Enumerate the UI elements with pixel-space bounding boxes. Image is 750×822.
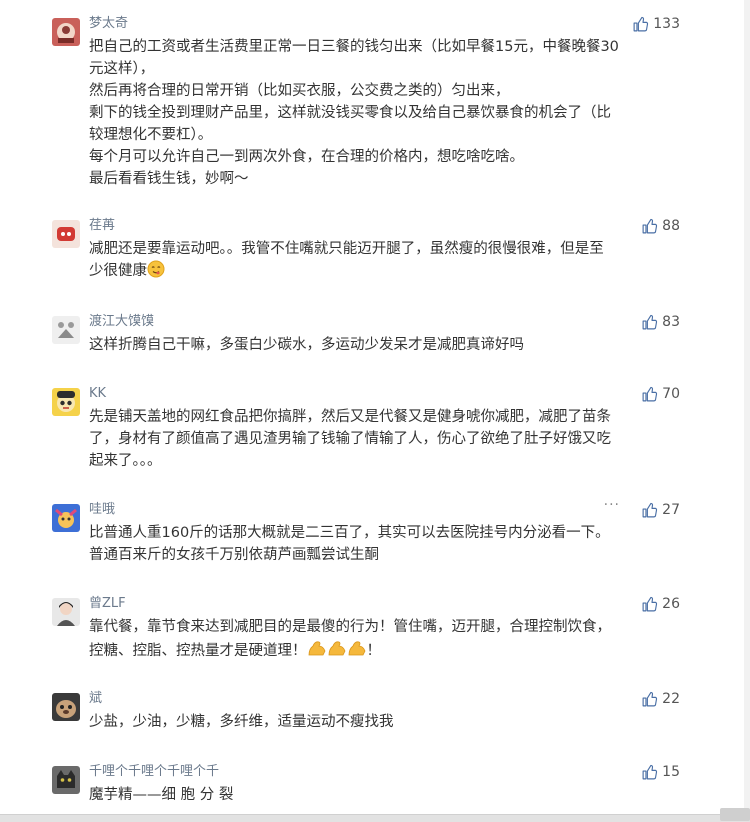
avatar[interactable] xyxy=(52,504,80,532)
comment-text: 比普通人重160斤的话那大概就是二三百了，其实可以去医院挂号内分泌看一下。 普通… xyxy=(89,522,689,566)
avatar[interactable] xyxy=(52,18,80,46)
comment-line: 每个月可以允许自己一到两次外食，在合理的价格内，想吃啥吃啥。 xyxy=(89,149,524,165)
like-count: 22 xyxy=(662,691,680,707)
thumbs-up-icon xyxy=(641,386,658,403)
like-count: 133 xyxy=(653,16,680,32)
comment-text: 把自己的工资或者生活费里正常一日三餐的钱匀出来（比如早餐15元，中餐晚餐30 元… xyxy=(89,36,689,190)
thumbs-up-icon xyxy=(641,764,658,781)
comment-text: 魔芋精——细 胞 分 裂 xyxy=(89,784,689,806)
avatar[interactable] xyxy=(52,388,80,416)
like-count: 70 xyxy=(662,386,680,402)
like-count: 88 xyxy=(662,218,680,234)
comment-line: 普通百来斤的女孩千万别依葫芦画瓢尝试生酮 xyxy=(89,547,379,563)
username[interactable]: 渡江大馍馍 xyxy=(89,314,154,330)
comment-line: 元这样）， xyxy=(89,61,155,77)
like-count: 26 xyxy=(662,596,680,612)
username[interactable]: 曾ZLF xyxy=(89,596,126,612)
username[interactable]: 千哩个千哩个千哩个千 xyxy=(89,764,219,780)
like-count: 83 xyxy=(662,314,680,330)
like-button[interactable]: 22 xyxy=(641,689,680,709)
scrollbar-thumb[interactable] xyxy=(720,808,750,821)
thumbs-up-icon xyxy=(641,596,658,613)
like-button[interactable]: 26 xyxy=(641,594,680,614)
comment-line: 最后看看钱生钱，妙啊～ xyxy=(89,171,249,187)
comment-text: 减肥还是要靠运动吧。。我管不住嘴就只能迈开腿了，虽然瘦的很慢很难，但是至 少很健… xyxy=(89,238,689,285)
flexed-biceps-emoji xyxy=(307,638,367,665)
comment-line-with-emoji: 控糖、控脂、控热量才是硬道理！ ！ xyxy=(89,638,689,665)
more-options-icon[interactable]: ··· xyxy=(604,497,620,513)
like-button[interactable]: 15 xyxy=(641,762,680,782)
comment-line: 起来了。。。 xyxy=(89,453,162,469)
avatar[interactable] xyxy=(52,693,80,721)
like-button[interactable]: 27 xyxy=(641,500,680,520)
comment-line: 较理想化不要杠）。 xyxy=(89,127,213,143)
comment-line: 了，身材有了颜值高了遇见渣男输了钱输了情输了人，伤心了欲绝了肚子好饿又吃 xyxy=(89,431,611,447)
comment-line: 减肥还是要靠运动吧。。我管不住嘴就只能迈开腿了，虽然瘦的很慢很难，但是至 xyxy=(89,241,604,257)
username[interactable]: 梦太奇 xyxy=(89,16,128,32)
like-count: 27 xyxy=(662,502,680,518)
thumbs-up-icon xyxy=(641,314,658,331)
comment-text: 少盐，少油，少糖，多纤维，适量运动不瘦找我 xyxy=(89,711,689,733)
like-count: 15 xyxy=(662,764,680,780)
comment-line: 少很健康 xyxy=(89,263,147,279)
comment-text: 先是铺天盖地的网红食品把你搞胖，然后又是代餐又是健身唬你减肥，减肥了苗条 了，身… xyxy=(89,406,689,472)
like-button[interactable]: 88 xyxy=(641,216,680,236)
like-button[interactable]: 70 xyxy=(641,384,680,404)
comment-line-with-emoji: 少很健康 xyxy=(89,260,689,285)
comment-line: 剩下的钱全投到理财产品里，这样就没钱买零食以及给自己暴饮暴食的机会了（比 xyxy=(89,105,611,121)
comment-line: 这样折腾自己干嘛，多蛋白少碳水，多运动少发呆才是减肥真谛好吗 xyxy=(89,337,524,353)
avatar[interactable] xyxy=(52,766,80,794)
comment-list: 梦太奇 133 把自己的工资或者生活费里正常一日三餐的钱匀出来（比如早餐15元，… xyxy=(0,0,744,821)
comment-line: 然后再将合理的日常开销（比如买衣服，公交费之类的）匀出来， xyxy=(89,83,510,99)
comment-line: 把自己的工资或者生活费里正常一日三餐的钱匀出来（比如早餐15元，中餐晚餐30 xyxy=(89,39,619,55)
username[interactable]: 荏苒 xyxy=(89,218,115,234)
username[interactable]: KK xyxy=(89,386,106,402)
like-button[interactable]: 83 xyxy=(641,312,680,332)
thumbs-up-icon xyxy=(641,691,658,708)
savoring-face-emoji xyxy=(147,260,165,285)
comment-text: 这样折腾自己干嘛，多蛋白少碳水，多运动少发呆才是减肥真谛好吗 xyxy=(89,334,689,356)
comment-text: 靠代餐，靠节食来达到减肥目的是最傻的行为！管住嘴，迈开腿，合理控制饮食， 控糖、… xyxy=(89,616,689,665)
username[interactable]: 哇哦 xyxy=(89,502,115,518)
username[interactable]: 斌 xyxy=(89,691,102,707)
avatar[interactable] xyxy=(52,316,80,344)
comment-line: 靠代餐，靠节食来达到减肥目的是最傻的行为！管住嘴，迈开腿，合理控制饮食， xyxy=(89,619,611,635)
avatar[interactable] xyxy=(52,220,80,248)
thumbs-up-icon xyxy=(632,16,649,33)
comment-line-suffix: ！ xyxy=(366,643,382,659)
thumbs-up-icon xyxy=(641,218,658,235)
thumbs-up-icon xyxy=(641,502,658,519)
comment-line: 先是铺天盖地的网红食品把你搞胖，然后又是代餐又是健身唬你减肥，减肥了苗条 xyxy=(89,409,611,425)
comment-line: 控糖、控脂、控热量才是硬道理！ xyxy=(89,643,307,659)
comment-line: 少盐，少油，少糖，多纤维，适量运动不瘦找我 xyxy=(89,714,394,730)
avatar[interactable] xyxy=(52,598,80,626)
like-button[interactable]: 133 xyxy=(632,14,680,34)
comment-line: 魔芋精——细 胞 分 裂 xyxy=(89,787,234,803)
comment-line: 比普通人重160斤的话那大概就是二三百了，其实可以去医院挂号内分泌看一下。 xyxy=(89,525,610,541)
